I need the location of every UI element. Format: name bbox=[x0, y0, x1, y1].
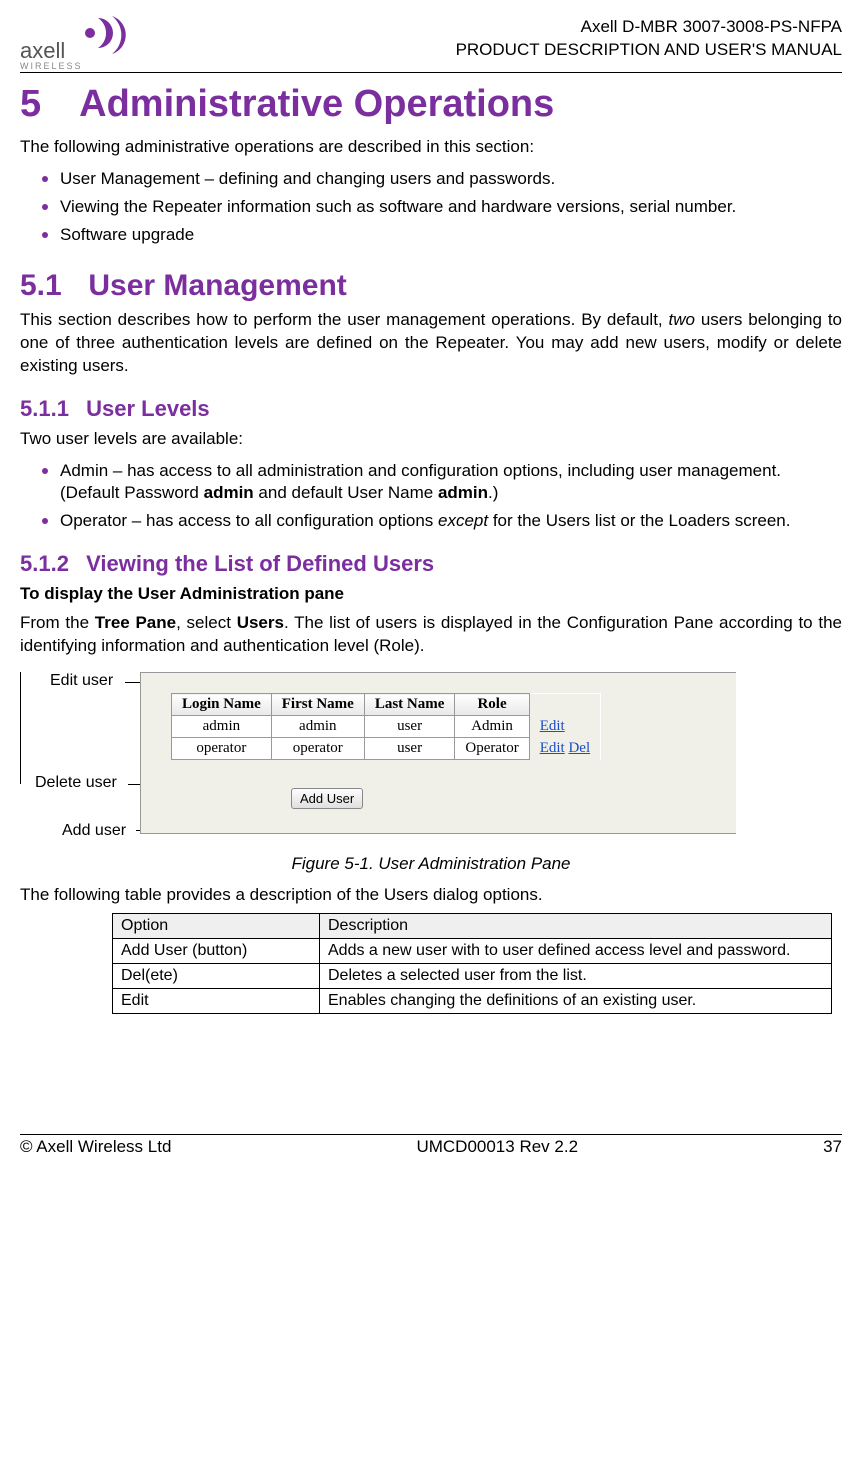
subsection-heading-512: 5.1.2 Viewing the List of Defined Users bbox=[20, 551, 842, 577]
header-rule bbox=[20, 72, 842, 73]
opts-head-desc: Description bbox=[320, 914, 832, 939]
edit-link[interactable]: Edit bbox=[540, 740, 565, 756]
after-figure-paragraph: The following table provides a descripti… bbox=[20, 884, 842, 907]
users-col-role: Role bbox=[455, 694, 529, 716]
users-col-login: Login Name bbox=[172, 694, 272, 716]
list-item: User Management – defining and changing … bbox=[60, 165, 842, 191]
list-item: Admin – has access to all administration… bbox=[60, 457, 842, 506]
users-col-first: First Name bbox=[271, 694, 364, 716]
procedure-heading: To display the User Administration pane bbox=[20, 583, 842, 606]
procedure-step: From the Tree Pane, select Users. The li… bbox=[20, 612, 842, 658]
footer-docrev: UMCD00013 Rev 2.2 bbox=[416, 1137, 578, 1157]
footer-pagenum: 37 bbox=[823, 1137, 842, 1157]
user-levels-list: Admin – has access to all administration… bbox=[20, 457, 842, 534]
table-row: Edit Enables changing the definitions of… bbox=[113, 989, 832, 1014]
chapter-heading: 5 Administrative Operations bbox=[20, 83, 842, 126]
footer-copyright: © Axell Wireless Ltd bbox=[20, 1137, 171, 1157]
del-link[interactable]: Del bbox=[568, 740, 590, 756]
table-row: operator operator user Operator Edit Del bbox=[172, 738, 601, 760]
list-item: Viewing the Repeater information such as… bbox=[60, 193, 842, 219]
users-col-last: Last Name bbox=[364, 694, 455, 716]
page-footer: © Axell Wireless Ltd UMCD00013 Rev 2.2 3… bbox=[20, 1134, 842, 1157]
header-doc-line2: PRODUCT DESCRIPTION AND USER'S MANUAL bbox=[456, 39, 842, 62]
section-number: 5.1 bbox=[20, 269, 80, 303]
list-item: Operator – has access to all configurati… bbox=[60, 507, 842, 533]
users-table: Login Name First Name Last Name Role adm… bbox=[171, 693, 601, 760]
add-user-button[interactable]: Add User bbox=[291, 788, 363, 809]
section-title: User Management bbox=[88, 269, 346, 302]
chapter-number: 5 bbox=[20, 83, 70, 126]
figure-user-admin-pane: Edit user Delete user Add user Login Nam… bbox=[20, 672, 842, 842]
options-table: Option Description Add User (button) Add… bbox=[112, 913, 832, 1014]
callout-add-user: Add user bbox=[62, 822, 126, 840]
opts-head-option: Option bbox=[113, 914, 320, 939]
figure-caption: Figure 5-1. User Administration Pane bbox=[20, 854, 842, 874]
user-levels-lead: Two user levels are available: bbox=[20, 428, 842, 451]
screenshot-panel: Login Name First Name Last Name Role adm… bbox=[140, 672, 736, 834]
subsection-heading-511: 5.1.1 User Levels bbox=[20, 396, 842, 422]
callout-delete-user: Delete user bbox=[35, 774, 117, 792]
header-doc-line1: Axell D-MBR 3007-3008-PS-NFPA bbox=[456, 16, 842, 39]
subsection-title: Viewing the List of Defined Users bbox=[86, 551, 434, 576]
edit-link[interactable]: Edit bbox=[540, 718, 565, 734]
header-doc-info: Axell D-MBR 3007-3008-PS-NFPA PRODUCT DE… bbox=[456, 16, 842, 62]
list-item: Software upgrade bbox=[60, 221, 842, 247]
chapter-title: Administrative Operations bbox=[79, 83, 554, 125]
brand-logo: axell WIRELESS bbox=[20, 16, 130, 70]
intro-bullet-list: User Management – defining and changing … bbox=[20, 165, 842, 247]
section-51-paragraph: This section describes how to perform th… bbox=[20, 309, 842, 378]
table-row: Del(ete) Deletes a selected user from th… bbox=[113, 964, 832, 989]
intro-paragraph: The following administrative operations … bbox=[20, 136, 842, 159]
subsection-number: 5.1.2 bbox=[20, 551, 80, 577]
table-row: admin admin user Admin Edit bbox=[172, 716, 601, 738]
subsection-title: User Levels bbox=[86, 396, 210, 421]
logo-brand-text: axell bbox=[20, 38, 65, 63]
logo-sub-text: WIRELESS bbox=[20, 61, 83, 70]
table-row: Add User (button) Adds a new user with t… bbox=[113, 939, 832, 964]
subsection-number: 5.1.1 bbox=[20, 396, 80, 422]
callout-edit-user: Edit user bbox=[50, 672, 113, 690]
section-heading-51: 5.1 User Management bbox=[20, 269, 842, 303]
